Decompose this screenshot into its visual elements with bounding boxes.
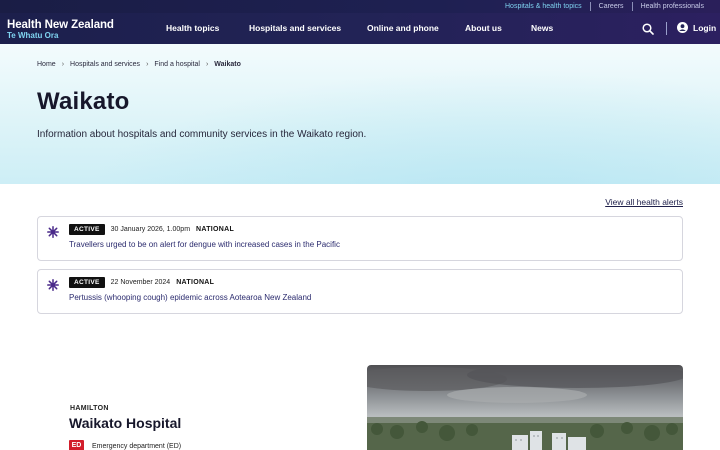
health-alert-card[interactable]: ACTIVE 22 November 2024 NATIONAL Pertuss… xyxy=(37,269,683,314)
search-icon[interactable] xyxy=(642,23,654,35)
utility-link-hospitals[interactable]: Hospitals & health topics xyxy=(497,3,590,10)
alert-date: 30 January 2026, 1.00pm xyxy=(110,226,191,233)
chevron-right-icon: › xyxy=(146,61,149,68)
alert-date: 22 November 2024 xyxy=(110,279,171,286)
logo-line1: Health New Zealand xyxy=(7,19,114,31)
login-button[interactable]: Login xyxy=(677,22,716,33)
utility-link-health-professionals[interactable]: Health professionals xyxy=(633,3,712,10)
alert-meta: ACTIVE 22 November 2024 NATIONAL xyxy=(69,277,214,288)
alert-text[interactable]: Pertussis (whooping cough) epidemic acro… xyxy=(69,293,311,302)
hero-section: Home › Hospitals and services › Find a h… xyxy=(0,44,720,184)
utility-links: Hospitals & health topics Careers Health… xyxy=(497,2,712,11)
utility-bar: Hospitals & health topics Careers Health… xyxy=(0,0,720,13)
chevron-right-icon: › xyxy=(205,61,209,68)
ed-label: Emergency department (ED) xyxy=(92,443,182,450)
breadcrumb-find-hospital[interactable]: Find a hospital xyxy=(154,61,200,68)
alert-text[interactable]: Travellers urged to be on alert for deng… xyxy=(69,240,340,249)
view-all-alerts-link[interactable]: View all health alerts xyxy=(605,197,683,207)
breadcrumb-current: Waikato xyxy=(214,61,241,68)
alert-meta: ACTIVE 30 January 2026, 1.00pm NATIONAL xyxy=(69,224,234,235)
hospital-name[interactable]: Waikato Hospital xyxy=(69,415,181,431)
nav-online-phone[interactable]: Online and phone xyxy=(367,23,439,33)
alert-scope: NATIONAL xyxy=(196,226,235,233)
status-badge: ACTIVE xyxy=(69,277,105,288)
hospital-location: HAMILTON xyxy=(70,405,109,412)
utility-link-careers[interactable]: Careers xyxy=(591,3,632,10)
page-title: Waikato xyxy=(37,88,130,115)
nav-hospitals-services[interactable]: Hospitals and services xyxy=(249,23,341,33)
health-alert-card[interactable]: ACTIVE 30 January 2026, 1.00pm NATIONAL … xyxy=(37,216,683,261)
alert-scope: NATIONAL xyxy=(176,279,215,286)
ed-badge: ED xyxy=(69,440,84,450)
chevron-right-icon: › xyxy=(61,61,65,68)
user-icon xyxy=(677,22,688,33)
status-badge: ACTIVE xyxy=(69,224,105,235)
login-label: Login xyxy=(693,22,717,33)
nav-health-topics[interactable]: Health topics xyxy=(166,23,219,33)
nav-about-us[interactable]: About us xyxy=(465,23,502,33)
alert-burst-icon xyxy=(47,226,59,238)
logo-line2: Te Whatu Ora xyxy=(7,31,59,40)
breadcrumb-hospitals-services[interactable]: Hospitals and services xyxy=(70,61,140,68)
site-logo[interactable]: Health New Zealand Te Whatu Ora xyxy=(7,19,114,41)
nav-news[interactable]: News xyxy=(531,23,553,33)
main-nav: Health New Zealand Te Whatu Ora Health t… xyxy=(0,13,720,44)
nav-divider xyxy=(666,22,667,35)
breadcrumb-home[interactable]: Home xyxy=(37,61,56,68)
hospital-photo xyxy=(367,365,683,450)
page-description: Information about hospitals and communit… xyxy=(37,129,367,140)
breadcrumb: Home › Hospitals and services › Find a h… xyxy=(37,61,241,68)
alert-burst-icon xyxy=(47,279,59,291)
